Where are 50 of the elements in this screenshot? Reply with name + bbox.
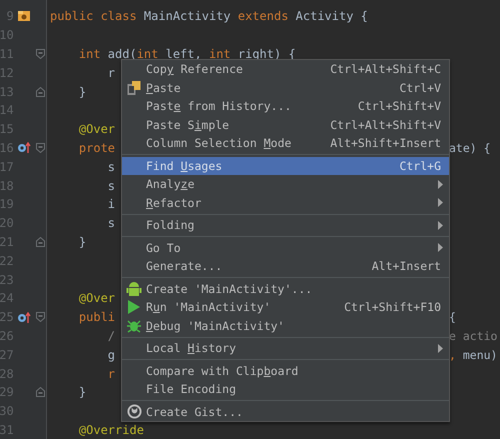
- code-line: s: [106, 216, 116, 230]
- code-line: }: [78, 385, 86, 400]
- code-line: @Over: [78, 291, 116, 306]
- menu-item[interactable]: Paste Simple Ctrl+Alt+Shift+V: [122, 116, 449, 134]
- code-line: /: [106, 328, 116, 343]
- code-line: {: [449, 310, 456, 324]
- code-line: , menu): [449, 348, 498, 362]
- code-line: public class MainActivity extends Activity {: [50, 9, 368, 24]
- robot-icon: [126, 281, 142, 296]
- fold-marker-icon[interactable]: [36, 387, 46, 398]
- code-line: s: [106, 178, 116, 193]
- cat-icon: [126, 404, 142, 420]
- menu-item[interactable]: Find Usages Ctrl+G: [122, 156, 449, 175]
- bug-icon: [126, 318, 142, 333]
- code-line: }: [78, 84, 86, 99]
- code-line: @Over: [78, 122, 116, 136]
- code-line: r: [106, 66, 116, 80]
- code-line: ate) {: [449, 140, 491, 155]
- menu-item[interactable]: Go To: [122, 238, 449, 257]
- menu-item[interactable]: Paste from History... Ctrl+Shift+V: [122, 97, 449, 116]
- fold-marker-icon[interactable]: [36, 142, 46, 153]
- fold-marker-icon[interactable]: [36, 312, 46, 322]
- menu-item[interactable]: Run 'MainActivity' Ctrl+Shift+F10: [122, 298, 449, 316]
- play-icon: [128, 300, 140, 314]
- fold-marker-icon[interactable]: [36, 86, 46, 97]
- code-line: i: [106, 197, 116, 212]
- menu-item[interactable]: Analyze: [122, 175, 449, 194]
- fold-marker-icon[interactable]: [36, 236, 46, 247]
- code-line: r: [106, 366, 116, 381]
- menu-item[interactable]: Create 'MainActivity'...: [122, 280, 449, 298]
- menu-item[interactable]: Create Gist...: [122, 402, 449, 421]
- menu-item[interactable]: Debug 'MainActivity': [122, 316, 449, 335]
- code-line: g: [106, 348, 116, 362]
- menu-item[interactable]: Compare with Clipboard: [122, 362, 449, 380]
- code-line: }: [78, 234, 86, 249]
- code-line: e actio: [449, 328, 498, 343]
- menu-item[interactable]: Folding: [122, 216, 449, 234]
- menu-item[interactable]: Refactor: [122, 194, 449, 212]
- menu-item[interactable]: Local History: [122, 339, 449, 358]
- menu-item[interactable]: Copy Reference Ctrl+Alt+Shift+C: [122, 60, 449, 78]
- menu-item[interactable]: Column Selection Mode Alt+Shift+Insert: [122, 134, 449, 152]
- menu-item[interactable]: File Encoding: [122, 380, 449, 398]
- code-line: s: [106, 160, 116, 174]
- code-line: prote: [78, 140, 116, 155]
- clipboard-icon: [127, 80, 141, 95]
- menu-item[interactable]: Generate... Alt+Insert: [122, 257, 449, 276]
- fold-marker-icon[interactable]: [36, 48, 46, 59]
- code-line: publi: [78, 310, 116, 324]
- code-line: @Override: [78, 422, 144, 437]
- menu-item[interactable]: Paste Ctrl+V: [122, 78, 449, 97]
